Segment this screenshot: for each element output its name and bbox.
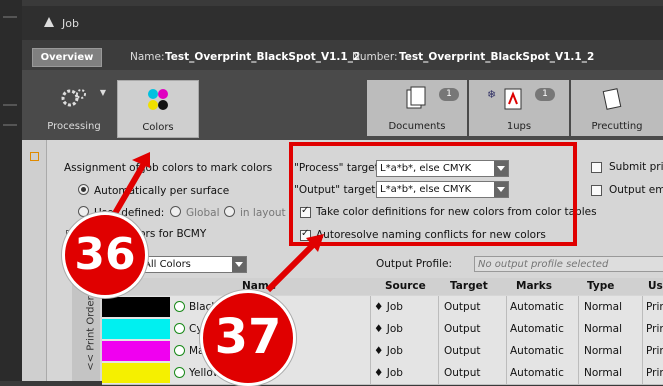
callout-37: 37 <box>200 290 296 386</box>
callout-36: 36 <box>62 212 148 298</box>
annotation-arrows <box>107 152 324 293</box>
